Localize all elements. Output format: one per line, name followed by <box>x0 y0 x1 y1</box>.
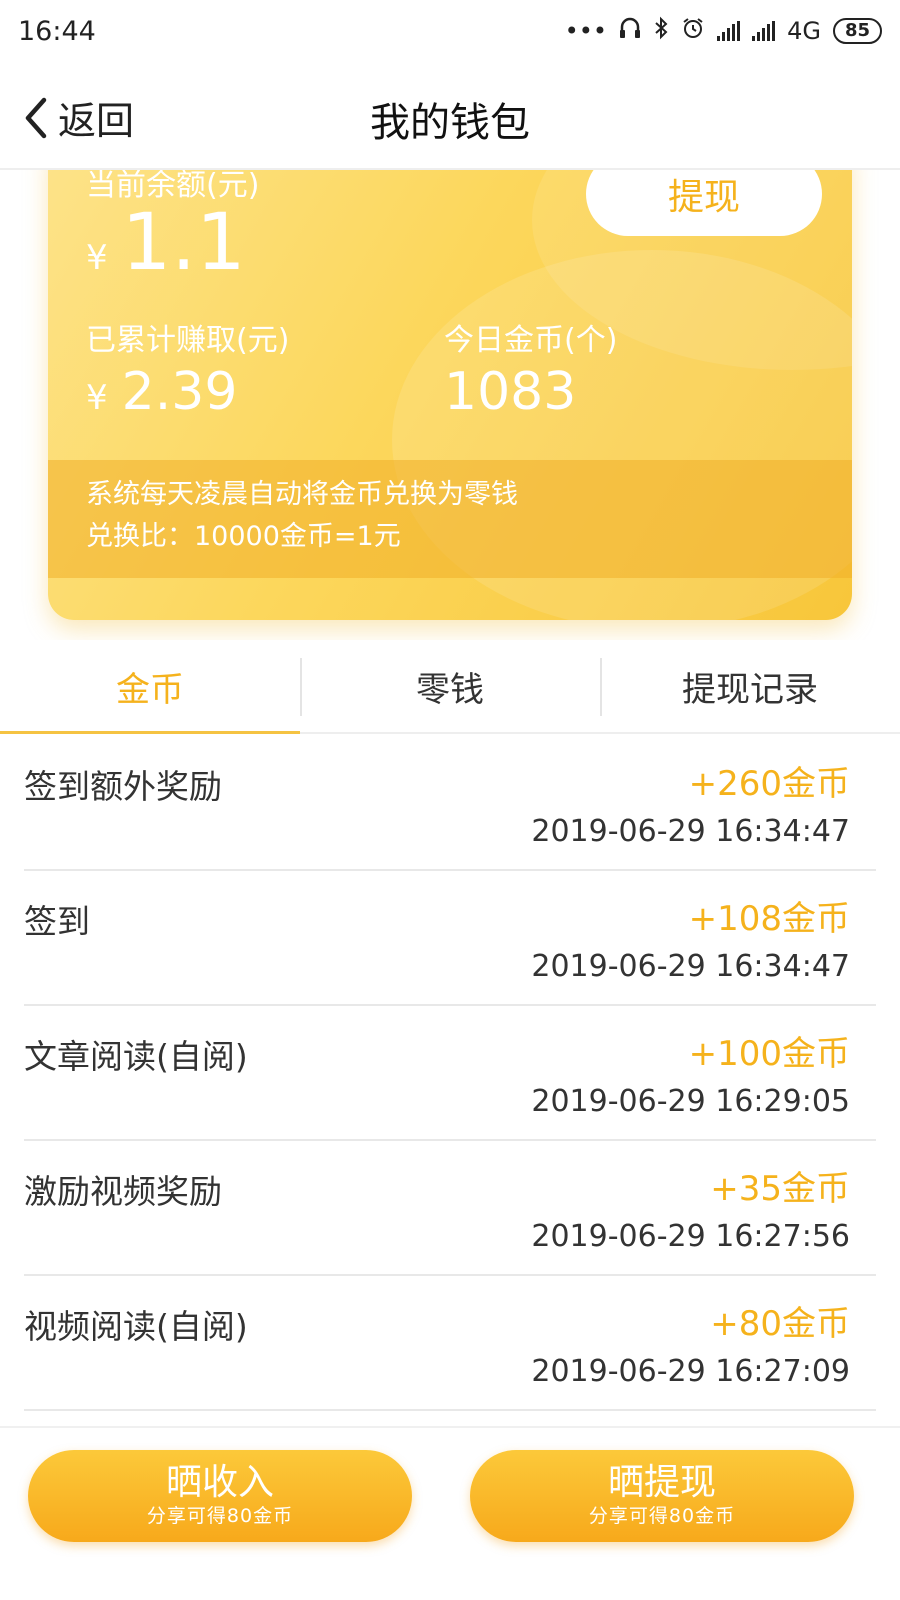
wallet-card: 当前余额(元) ¥ 1.1 提现 已累计赚取(元) ¥ 2.39 今日金币(个)… <box>48 170 852 620</box>
wallet-card-container: 当前余额(元) ¥ 1.1 提现 已累计赚取(元) ¥ 2.39 今日金币(个)… <box>0 170 900 640</box>
earned-amount: 2.39 <box>121 362 238 422</box>
notice-line: 系统每天凌晨自动将金币兑换为零钱 <box>86 479 518 510</box>
signal-icon <box>752 21 776 41</box>
network-type: 4G <box>787 17 821 45</box>
share-income-label: 晒收入 <box>165 1462 274 1503</box>
record-amount: +100金币 <box>688 1034 850 1074</box>
status-time: 16:44 <box>18 15 96 47</box>
share-withdraw-button[interactable]: 晒提现 分享可得80金币 <box>470 1450 854 1542</box>
list-item[interactable]: 签到 +108金币 2019-06-29 16:34:47 <box>24 871 876 1006</box>
record-title: 视频阅读(自阅) <box>24 1307 248 1346</box>
record-time: 2019-06-29 16:34:47 <box>531 814 850 849</box>
tab-coins[interactable]: 金币 <box>0 640 300 734</box>
notice-line: 兑换比：10000金币=1元 <box>86 521 401 552</box>
list-item[interactable]: 文章阅读(自阅) +100金币 2019-06-29 16:29:05 <box>24 1006 876 1141</box>
record-title: 激励视频奖励 <box>24 1172 222 1211</box>
record-time: 2019-06-29 16:29:05 <box>531 1084 850 1119</box>
record-title: 文章阅读(自阅) <box>24 1037 248 1076</box>
record-time: 2019-06-29 16:34:47 <box>531 949 850 984</box>
balance-value: ¥ 1.1 <box>86 198 246 288</box>
share-income-sub: 分享可得80金币 <box>146 1505 294 1527</box>
status-bar: 16:44 ••• 4G 85 <box>0 0 900 62</box>
coins-label: 今日金币(个) <box>444 323 618 358</box>
balance-amount: 1.1 <box>121 198 246 288</box>
currency-symbol: ¥ <box>86 378 108 418</box>
alarm-icon <box>681 16 705 46</box>
record-title: 签到额外奖励 <box>24 767 222 806</box>
nav-header: 返回 我的钱包 <box>0 62 900 170</box>
currency-symbol: ¥ <box>86 238 108 278</box>
record-amount: +35金币 <box>710 1169 850 1209</box>
page-title: 我的钱包 <box>370 100 530 146</box>
record-time: 2019-06-29 16:27:09 <box>531 1354 850 1389</box>
coins-value: 1083 <box>444 362 576 422</box>
headphone-icon <box>619 16 641 46</box>
battery-icon: 85 <box>832 18 882 44</box>
status-icons: ••• 4G 85 <box>565 16 882 46</box>
record-time: 2019-06-29 16:27:56 <box>531 1219 850 1254</box>
withdraw-button[interactable]: 提现 <box>586 170 822 236</box>
share-withdraw-sub: 分享可得80金币 <box>588 1505 736 1527</box>
signal-icon <box>717 21 741 41</box>
list-item[interactable]: 视频阅读(自阅) +80金币 2019-06-29 16:27:09 <box>24 1276 876 1411</box>
exchange-notice: 系统每天凌晨自动将金币兑换为零钱 兑换比：10000金币=1元 <box>48 460 852 578</box>
tab-change[interactable]: 零钱 <box>300 640 600 732</box>
share-withdraw-label: 晒提现 <box>607 1462 716 1503</box>
record-amount: +80金币 <box>710 1304 850 1344</box>
share-income-button[interactable]: 晒收入 分享可得80金币 <box>28 1450 412 1542</box>
bluetooth-icon <box>653 16 669 46</box>
tab-withdraw-records[interactable]: 提现记录 <box>600 640 900 732</box>
list-item[interactable]: 激励视频奖励 +35金币 2019-06-29 16:27:56 <box>24 1141 876 1276</box>
record-amount: +108金币 <box>688 899 850 939</box>
tab-bar: 金币 零钱 提现记录 <box>0 640 900 734</box>
earned-label: 已累计赚取(元) <box>86 323 290 358</box>
bottom-action-bar: 晒收入 分享可得80金币 晒提现 分享可得80金币 <box>0 1426 900 1600</box>
more-dots-icon: ••• <box>564 17 608 45</box>
coins-amount: 1083 <box>444 362 577 422</box>
list-item[interactable]: 签到额外奖励 +260金币 2019-06-29 16:34:47 <box>24 736 876 871</box>
earned-value: ¥ 2.39 <box>86 362 237 422</box>
coin-record-list: 签到额外奖励 +260金币 2019-06-29 16:34:47 签到 +10… <box>0 736 900 1411</box>
record-amount: +260金币 <box>688 764 850 804</box>
record-title: 签到 <box>24 902 90 941</box>
